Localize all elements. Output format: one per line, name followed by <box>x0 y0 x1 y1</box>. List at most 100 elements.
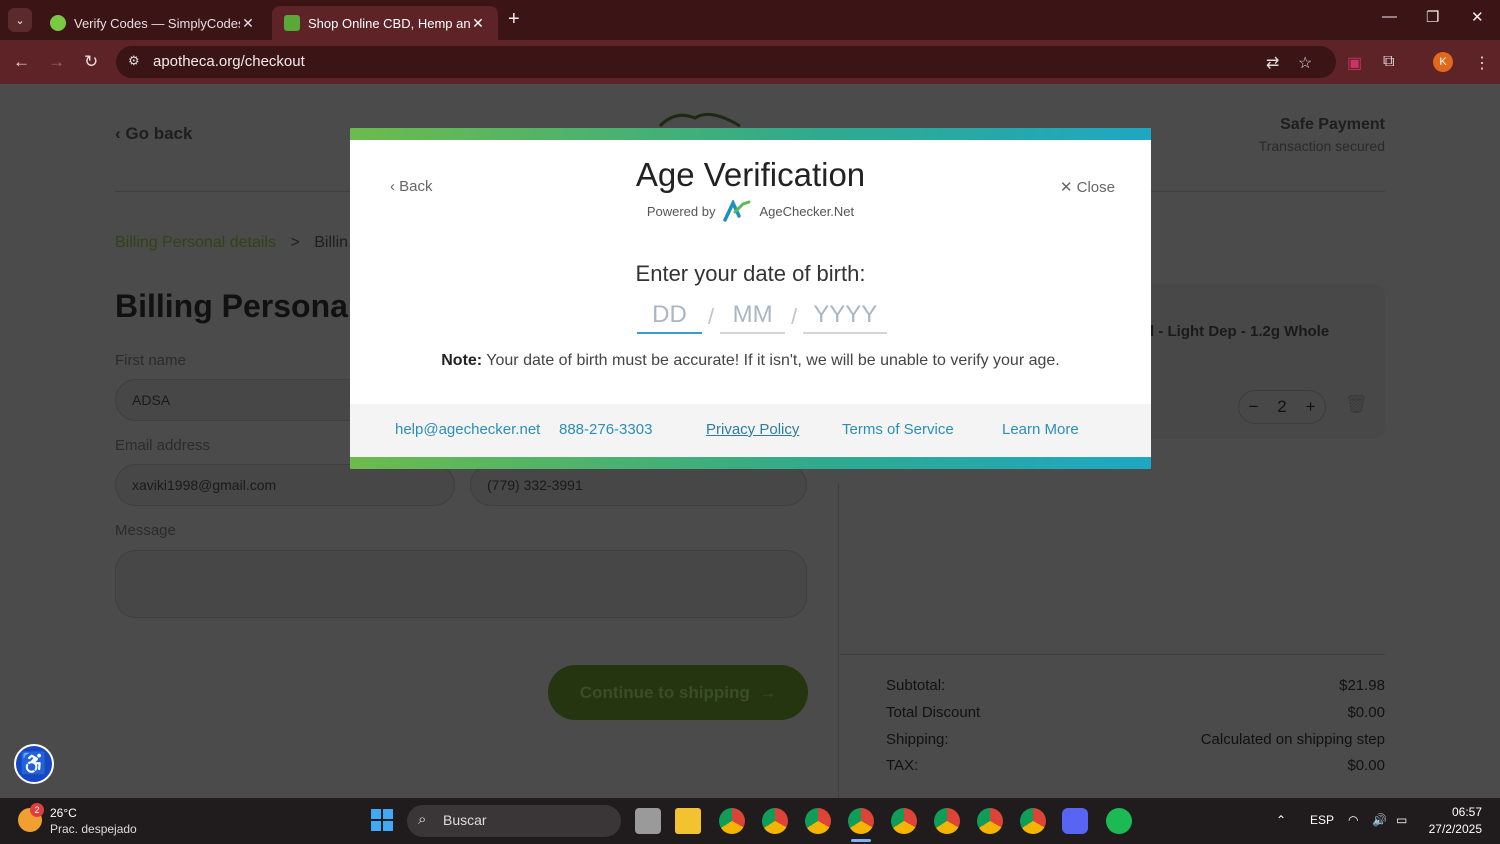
wifi-icon[interactable]: ◠ <box>1348 813 1358 827</box>
close-tab-icon[interactable]: ✕ <box>240 15 256 32</box>
weather-description[interactable]: Prac. despejado <box>50 822 137 836</box>
powered-by: Powered by AgeChecker.Net <box>350 200 1151 222</box>
minimize-icon[interactable]: — <box>1382 8 1397 25</box>
terms-of-service-link[interactable]: Terms of Service <box>842 421 954 438</box>
message-textarea[interactable] <box>115 550 807 618</box>
summary-row-subtotal: Subtotal: $21.98 <box>886 677 1385 694</box>
breadcrumb-step-1[interactable]: Billing Personal details <box>115 234 276 251</box>
summary-row-shipping: Shipping: Calculated on shipping step <box>886 731 1385 748</box>
accessibility-icon[interactable]: ♿ <box>14 744 54 784</box>
clock-time[interactable]: 06:57 <box>1452 805 1482 819</box>
extension-icon[interactable]: ▣ <box>1347 53 1362 73</box>
tab-title: Verify Codes — SimplyCodes <box>74 15 240 31</box>
search-icon: ⌕ <box>418 811 427 828</box>
dob-note: Note: Your date of birth must be accurat… <box>350 352 1151 370</box>
breadcrumb-step-2[interactable]: Billin <box>314 234 348 251</box>
volume-icon[interactable]: 🔊 <box>1372 813 1387 827</box>
discord-icon[interactable] <box>1062 808 1088 834</box>
safe-payment-subtitle: Transaction secured <box>1258 138 1385 154</box>
start-windows-icon[interactable] <box>371 809 393 831</box>
summary-row-tax: TAX: $0.00 <box>886 757 1385 774</box>
language-indicator[interactable]: ESP <box>1310 813 1334 827</box>
battery-icon[interactable]: ▭ <box>1396 813 1407 827</box>
support-email-link[interactable]: help@agechecker.net <box>395 421 540 438</box>
summary-label: Total Discount <box>886 704 981 721</box>
chrome-icon[interactable] <box>719 808 745 834</box>
note-label: Note: <box>441 352 483 369</box>
profile-avatar[interactable]: K <box>1433 52 1453 72</box>
summary-divider <box>840 654 1385 655</box>
dob-day-input[interactable]: DD <box>637 298 702 334</box>
summary-label: TAX: <box>886 757 919 774</box>
dob-month-input[interactable]: MM <box>720 298 786 334</box>
summary-value: $0.00 <box>1347 757 1385 774</box>
bookmark-star-icon[interactable]: ☆ <box>1298 53 1312 73</box>
tab-simplycodes[interactable]: Verify Codes — SimplyCodes ✕ <box>38 6 268 40</box>
site-info-icon[interactable]: ⚙ <box>128 53 140 69</box>
go-back-label: Go back <box>125 124 193 143</box>
modal-top-bar <box>350 128 1151 140</box>
chrome-icon[interactable] <box>977 808 1003 834</box>
tab-title: Shop Online CBD, Hemp and O <box>308 15 470 31</box>
dob-year-input[interactable]: YYYY <box>803 298 888 334</box>
powered-by-label: Powered by <box>646 203 716 219</box>
modal-close-label: Close <box>1076 179 1115 196</box>
summary-value: $0.00 <box>1347 704 1385 721</box>
new-tab-icon[interactable]: + <box>508 8 520 31</box>
spotify-icon[interactable] <box>1106 808 1132 834</box>
menu-kebab-icon[interactable]: ⋮ <box>1474 53 1490 73</box>
tab-apotheca[interactable]: Shop Online CBD, Hemp and O ✕ <box>272 6 498 40</box>
chrome-icon[interactable] <box>805 808 831 834</box>
increase-quantity-button[interactable]: + <box>1306 397 1316 417</box>
summary-label: Shipping: <box>886 731 949 748</box>
tab-search-button[interactable]: ⌄ <box>8 8 32 32</box>
breadcrumb-separator: > <box>290 234 300 251</box>
translate-icon[interactable]: ⇄ <box>1266 53 1279 73</box>
chrome-icon[interactable] <box>1020 808 1046 834</box>
close-window-icon[interactable]: ✕ <box>1471 8 1484 26</box>
chrome-icon[interactable] <box>848 808 874 834</box>
provider-name: AgeChecker.Net <box>759 203 855 219</box>
modal-close-button[interactable]: ✕ Close <box>1060 178 1115 196</box>
phone-field[interactable]: (779) 332-3991 <box>470 464 807 506</box>
note-text: Your date of birth must be accurate! If … <box>486 352 1060 369</box>
privacy-policy-link[interactable]: Privacy Policy <box>706 421 799 438</box>
support-phone-link[interactable]: 888-276-3303 <box>559 421 652 438</box>
safe-payment-title: Safe Payment <box>1280 116 1385 133</box>
clock-date[interactable]: 27/2/2025 <box>1429 822 1482 836</box>
chrome-icon[interactable] <box>891 808 917 834</box>
go-back-link[interactable]: ‹ Go back <box>115 124 192 144</box>
tab-bar: ⌄ Verify Codes — SimplyCodes ✕ Shop Onli… <box>0 0 1500 40</box>
apotheca-favicon-icon <box>284 15 300 31</box>
page-title: Billing Personal <box>115 288 357 324</box>
first-name-label: First name <box>115 352 186 369</box>
chrome-icon[interactable] <box>762 808 788 834</box>
weather-temperature[interactable]: 26°C <box>50 806 77 820</box>
extensions-puzzle-icon[interactable]: ⧉ <box>1383 53 1394 71</box>
simplycodes-favicon-icon <box>50 15 66 31</box>
close-tab-icon[interactable]: ✕ <box>470 15 486 32</box>
taskbar-search-input[interactable]: Buscar <box>407 805 621 837</box>
trash-icon[interactable]: 🗑 <box>1345 394 1368 415</box>
dob-input-group: DD / MM / YYYY <box>637 298 888 334</box>
file-explorer-icon[interactable] <box>675 808 701 834</box>
show-hidden-icons-chevron-up-icon[interactable]: ⌃ <box>1276 813 1286 827</box>
decrease-quantity-button[interactable]: − <box>1248 397 1258 417</box>
learn-more-link[interactable]: Learn More <box>1002 421 1079 438</box>
back-arrow-icon[interactable]: ← <box>13 52 30 72</box>
restore-icon[interactable]: ❐ <box>1426 8 1439 26</box>
chrome-icon[interactable] <box>934 808 960 834</box>
dob-prompt: Enter your date of birth: <box>635 261 866 286</box>
reload-icon[interactable]: ↻ <box>84 52 98 72</box>
forward-arrow-icon[interactable]: → <box>48 52 65 72</box>
age-verification-modal: ‹ Back Age Verification ✕ Close Powered … <box>350 128 1151 469</box>
active-app-indicator <box>851 839 871 842</box>
task-view-icon[interactable] <box>635 808 661 834</box>
cart-item-name: l - Light Dep - 1.2g Whole <box>1150 323 1330 340</box>
message-label: Message <box>115 522 176 539</box>
email-field[interactable]: xaviki1998@gmail.com <box>115 464 455 506</box>
url-text[interactable]: apotheca.org/checkout <box>153 53 305 70</box>
dob-separator: / <box>708 304 715 329</box>
modal-title: Age Verification <box>635 156 866 193</box>
continue-to-shipping-button[interactable]: Continue to shipping → <box>548 665 808 720</box>
